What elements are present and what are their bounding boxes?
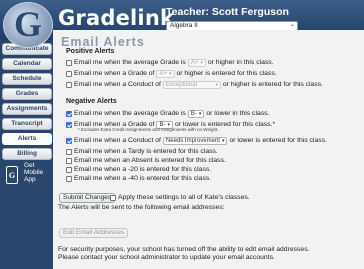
chevron-down-icon: ▾ [198,110,202,117]
positive-grade-select[interactable]: A+ ▾ [156,69,175,78]
negative-alerts-heading: Negative Alerts [66,98,117,105]
minus-20-checkbox[interactable] [66,166,72,173]
positive-avg-grade-select[interactable]: A+ ▾ [187,58,206,67]
positive-avg-grade-checkbox[interactable] [66,59,72,66]
class-select-value: Algebra II [170,22,198,29]
security-message-line2: Please contact your school administrator… [58,254,275,261]
sidebar-item-transcript[interactable]: Transcript [2,118,52,130]
apply-all-row: Apply these settings to all of Kate's cl… [110,193,250,202]
security-message-line1: For security purposes, your school has t… [58,246,310,253]
logo-letter: G [13,4,42,44]
positive-alert-row: Email me when a Grade of A+ ▾ or higher i… [66,69,277,78]
sidebar-item-billing[interactable]: Billing [2,148,52,160]
page-title: Email Alerts [61,35,145,49]
negative-conduct-select[interactable]: Needs Improvement ▾ [162,136,228,145]
negative-conduct-checkbox[interactable] [66,137,72,144]
positive-alert-row: Email me when a Conduct of Exceptional ▾ … [66,80,323,89]
sidebar-item-alerts[interactable]: Alerts [2,133,52,145]
negative-alert-row: Email me when a Tardy is entered for thi… [66,147,218,156]
get-mobile-app-link[interactable]: G Get Mobile App [4,162,50,188]
negative-alert-row: Email me when an Absent is entered for t… [66,156,226,165]
brand-name: Gradelink [58,6,175,30]
chevron-down-icon: ▾ [200,59,203,66]
mobile-app-label: Get Mobile App [24,162,44,183]
extra-credit-note: * Excludes Extra Credit Assignments and … [78,127,219,132]
gradelink-logo: G [3,2,53,48]
mobile-app-icon: G [6,166,18,184]
negative-grade-checkbox[interactable] [66,121,72,128]
negative-alert-row: Email me when a -40 is entered for this … [66,174,211,183]
negative-alert-row: Email me when a -20 is entered for this … [66,165,211,174]
positive-conduct-select[interactable]: Exceptional ▾ [162,80,221,89]
sent-to-text: The Alerts will be sent to the following… [58,204,225,211]
chevron-down-icon: ▾ [221,137,225,144]
submit-changes-button[interactable]: Submit Changes [59,193,116,203]
sidebar-item-grades[interactable]: Grades [2,88,52,100]
positive-grade-checkbox[interactable] [66,70,72,77]
negative-avg-grade-select[interactable]: B- ▾ [187,109,205,118]
positive-alert-row: Email me when the average Grade is A+ ▾ o… [66,58,274,67]
negative-alert-row: Email me when a Conduct of Needs Improve… [66,136,327,145]
tardy-checkbox[interactable] [66,148,72,155]
negative-avg-grade-checkbox[interactable] [66,110,72,117]
positive-alerts-heading: Positive Alerts [66,48,115,55]
chevron-down-icon: ▾ [215,81,218,88]
sidebar-item-assignments[interactable]: Assignments [2,103,52,115]
edit-email-addresses-button[interactable]: Edit Email Addresses [59,228,129,238]
minus-40-checkbox[interactable] [66,175,72,182]
sidebar-item-schedule[interactable]: Schedule [2,73,52,85]
sidebar-item-calendar[interactable]: Calendar [2,58,52,70]
negative-alert-row: Email me when the average Grade is B- ▾ o… [66,109,269,118]
positive-conduct-checkbox[interactable] [66,81,72,88]
absent-checkbox[interactable] [66,157,72,164]
chevron-down-icon: ⌄ [289,22,295,28]
apply-all-checkbox[interactable] [110,194,116,201]
chevron-down-icon: ▾ [168,70,172,77]
teacher-name: Teacher: Scott Ferguson [166,6,289,18]
